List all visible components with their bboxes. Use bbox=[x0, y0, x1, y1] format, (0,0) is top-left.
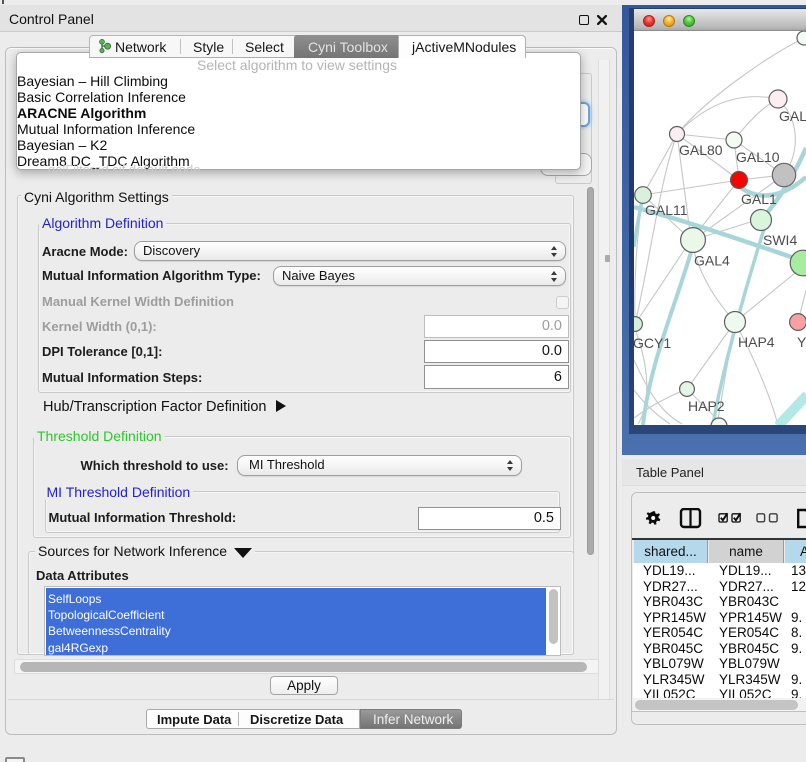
svg-text:GAL1: GAL1 bbox=[741, 191, 777, 207]
svg-text:GAL10: GAL10 bbox=[736, 149, 780, 165]
svg-text:HAP2: HAP2 bbox=[688, 398, 725, 414]
svg-text:GCY1: GCY1 bbox=[634, 335, 671, 351]
svg-text:GAL2: GAL2 bbox=[779, 108, 806, 124]
svg-text:GAL11: GAL11 bbox=[645, 202, 688, 218]
svg-text:SWI4: SWI4 bbox=[763, 232, 797, 248]
svg-text:GAL80: GAL80 bbox=[679, 142, 723, 158]
svg-text:GAL4: GAL4 bbox=[694, 253, 730, 269]
svg-text:HAP4: HAP4 bbox=[738, 334, 775, 350]
svg-text:Y: Y bbox=[797, 334, 806, 350]
